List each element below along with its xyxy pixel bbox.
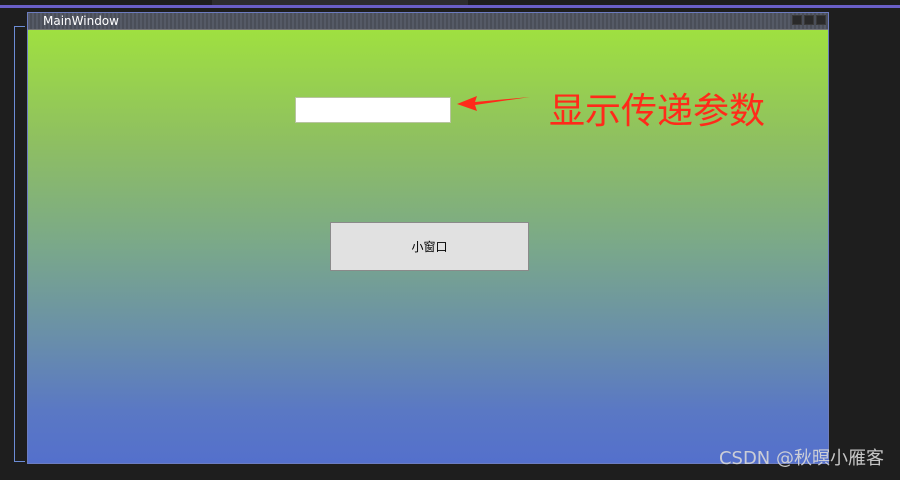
bracket-bottom-edge [15, 461, 25, 462]
close-button[interactable] [816, 15, 826, 25]
watermark: CSDN @秋暝小雁客 [718, 448, 884, 469]
window-title: MainWindow [43, 14, 119, 28]
main-window: MainWindow 小窗口 [27, 12, 829, 464]
parameter-line-edit[interactable] [295, 97, 451, 123]
minimize-button[interactable] [792, 15, 802, 25]
designer-selection-bracket [14, 26, 25, 462]
small-window-button[interactable]: 小窗口 [330, 222, 529, 271]
bracket-top-edge [15, 26, 25, 27]
ide-tab-strip [212, 0, 468, 5]
window-controls [792, 15, 826, 25]
window-title-bar[interactable]: MainWindow [28, 13, 828, 30]
ide-accent-bar [0, 5, 900, 8]
maximize-button[interactable] [804, 15, 814, 25]
annotation-arrow-icon [457, 96, 530, 111]
annotation-label: 显示传递参数 [549, 91, 766, 132]
